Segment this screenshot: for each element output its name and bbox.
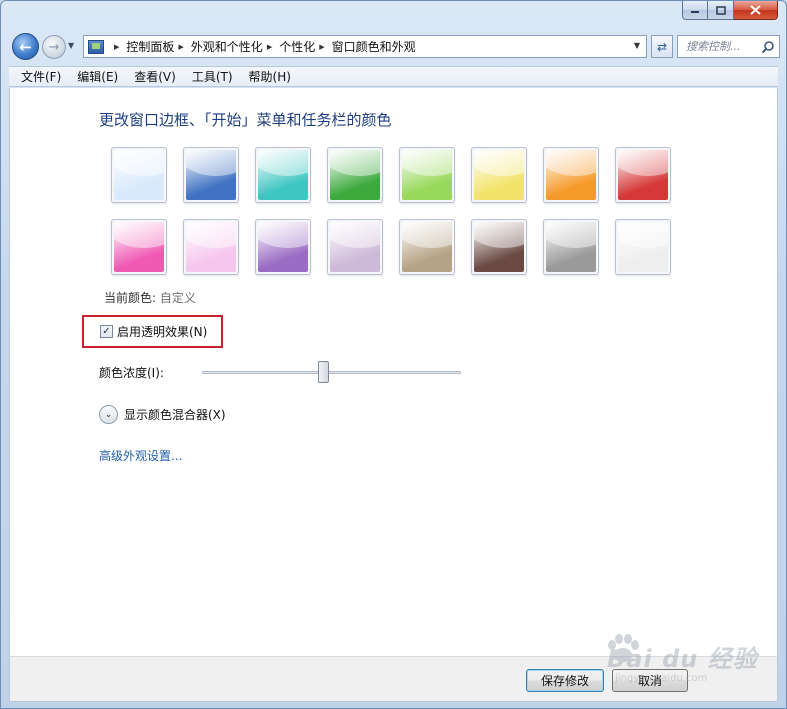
- swatch-fill: [114, 222, 164, 272]
- breadcrumb-separator-icon[interactable]: ▶: [267, 43, 272, 51]
- watermark-subtext: jingyan.baidu.com: [615, 673, 708, 684]
- address-bar[interactable]: ▶ 控制面板 ▶ 外观和个性化 ▶ 个性化 ▶ 窗口颜色和外观 ▼: [83, 35, 647, 58]
- current-color-label: 当前颜色:: [104, 291, 157, 305]
- minimize-icon: [691, 11, 699, 13]
- color-swatch-blush[interactable]: [183, 219, 239, 275]
- maximize-icon: [715, 5, 726, 15]
- watermark-text: Bai du 经验: [607, 645, 758, 673]
- swatch-fill: [474, 222, 524, 272]
- advanced-appearance-link[interactable]: 高级外观设置...: [99, 447, 182, 464]
- close-icon: [750, 5, 761, 15]
- swatch-fill: [402, 150, 452, 200]
- swatch-fill: [546, 222, 596, 272]
- search-box: [677, 35, 780, 58]
- breadcrumb-item-appearance[interactable]: 外观和个性化: [191, 38, 263, 55]
- recent-pages-dropdown[interactable]: ▼: [68, 41, 78, 51]
- intensity-label: 颜色浓度(I):: [99, 366, 164, 380]
- swatch-fill: [618, 222, 668, 272]
- intensity-slider-track[interactable]: [202, 371, 461, 374]
- forward-button[interactable]: →: [42, 35, 66, 59]
- refresh-icon: ⇄: [656, 39, 668, 54]
- expand-chevron-icon[interactable]: ⌄: [99, 405, 118, 424]
- swatch-fill: [330, 150, 380, 200]
- color-swatch-violet[interactable]: [255, 219, 311, 275]
- color-swatch-taupe[interactable]: [399, 219, 455, 275]
- color-swatch-frost[interactable]: [615, 219, 671, 275]
- menu-file[interactable]: 文件(F): [13, 68, 69, 85]
- color-swatch-ruby[interactable]: [615, 147, 671, 203]
- breadcrumb-item-control-panel[interactable]: 控制面板: [126, 38, 174, 55]
- color-swatch-leaf[interactable]: [327, 147, 383, 203]
- current-color: 当前颜色: 自定义: [104, 289, 196, 306]
- swatch-fill: [186, 150, 236, 200]
- breadcrumb-item-personalization[interactable]: 个性化: [279, 38, 315, 55]
- breadcrumb-item-window-color[interactable]: 窗口颜色和外观: [332, 38, 416, 55]
- color-mixer-toggle[interactable]: ⌄ 显示颜色混合器(X): [99, 405, 226, 424]
- swatch-fill: [258, 222, 308, 272]
- color-swatch-sea[interactable]: [255, 147, 311, 203]
- breadcrumb-separator-icon[interactable]: ▶: [178, 43, 183, 51]
- caption-buttons: [682, 1, 778, 20]
- back-button[interactable]: ←: [12, 33, 39, 60]
- color-swatches: [111, 147, 681, 291]
- menu-help[interactable]: 帮助(H): [241, 68, 299, 85]
- checkmark-icon: ✓: [102, 325, 111, 337]
- menu-edit[interactable]: 编辑(E): [69, 68, 126, 85]
- color-mixer-label[interactable]: 显示颜色混合器(X): [124, 406, 226, 423]
- swatch-fill: [546, 150, 596, 200]
- swatch-fill: [258, 150, 308, 200]
- swatch-fill: [402, 222, 452, 272]
- search-input[interactable]: [686, 40, 758, 53]
- control-panel-window: ← → ▼ ▶ 控制面板 ▶ 外观和个性化 ▶ 个性化 ▶ 窗口颜色和外观 ▼ …: [0, 0, 787, 709]
- content-pane: 更改窗口边框、「开始」菜单和任务栏的颜色 当前颜色: 自定义 ✓ 启用透明效果(…: [9, 88, 778, 656]
- menu-bar: 文件(F) 编辑(E) 查看(V) 工具(T) 帮助(H): [9, 66, 778, 87]
- control-panel-icon: [88, 39, 104, 54]
- current-color-value: 自定义: [159, 291, 196, 305]
- swatch-fill: [618, 150, 668, 200]
- back-arrow-icon: ←: [19, 37, 32, 56]
- color-swatch-fuchsia[interactable]: [111, 219, 167, 275]
- swatch-row: [111, 147, 681, 203]
- color-swatch-twilight[interactable]: [183, 147, 239, 203]
- color-swatch-pumpkin[interactable]: [543, 147, 599, 203]
- transparency-option[interactable]: ✓ 启用透明效果(N): [100, 323, 207, 340]
- color-swatch-lavender[interactable]: [327, 219, 383, 275]
- chevron-down-icon: ▼: [68, 41, 75, 50]
- address-dropdown-icon[interactable]: ▼: [634, 41, 640, 50]
- transparency-checkbox[interactable]: ✓: [100, 325, 113, 338]
- breadcrumb-separator-icon[interactable]: ▶: [114, 43, 119, 51]
- page-title: 更改窗口边框、「开始」菜单和任务栏的颜色: [99, 111, 392, 129]
- swatch-fill: [114, 150, 164, 200]
- navigation-bar: ← → ▼ ▶ 控制面板 ▶ 外观和个性化 ▶ 个性化 ▶ 窗口颜色和外观 ▼ …: [9, 31, 780, 61]
- refresh-button[interactable]: ⇄: [651, 35, 673, 58]
- save-changes-button[interactable]: 保存修改: [526, 669, 604, 692]
- color-swatch-lime[interactable]: [399, 147, 455, 203]
- breadcrumb-separator-icon[interactable]: ▶: [319, 43, 324, 51]
- swatch-fill: [474, 150, 524, 200]
- maximize-button[interactable]: [708, 1, 734, 20]
- swatch-fill: [186, 222, 236, 272]
- intensity-slider-thumb[interactable]: [318, 361, 329, 383]
- color-swatch-sky[interactable]: [111, 147, 167, 203]
- minimize-button[interactable]: [682, 1, 708, 20]
- color-swatch-sun[interactable]: [471, 147, 527, 203]
- swatch-fill: [330, 222, 380, 272]
- search-icon[interactable]: [761, 40, 775, 54]
- breadcrumb: ▶ 控制面板 ▶ 外观和个性化 ▶ 个性化 ▶ 窗口颜色和外观: [110, 38, 416, 55]
- menu-view[interactable]: 查看(V): [126, 68, 184, 85]
- color-swatch-slate[interactable]: [543, 219, 599, 275]
- menu-tools[interactable]: 工具(T): [184, 68, 241, 85]
- swatch-row: [111, 219, 681, 275]
- close-button[interactable]: [734, 1, 778, 20]
- transparency-label[interactable]: 启用透明效果(N): [117, 323, 207, 340]
- forward-arrow-icon: →: [48, 39, 60, 55]
- color-swatch-chocolate[interactable]: [471, 219, 527, 275]
